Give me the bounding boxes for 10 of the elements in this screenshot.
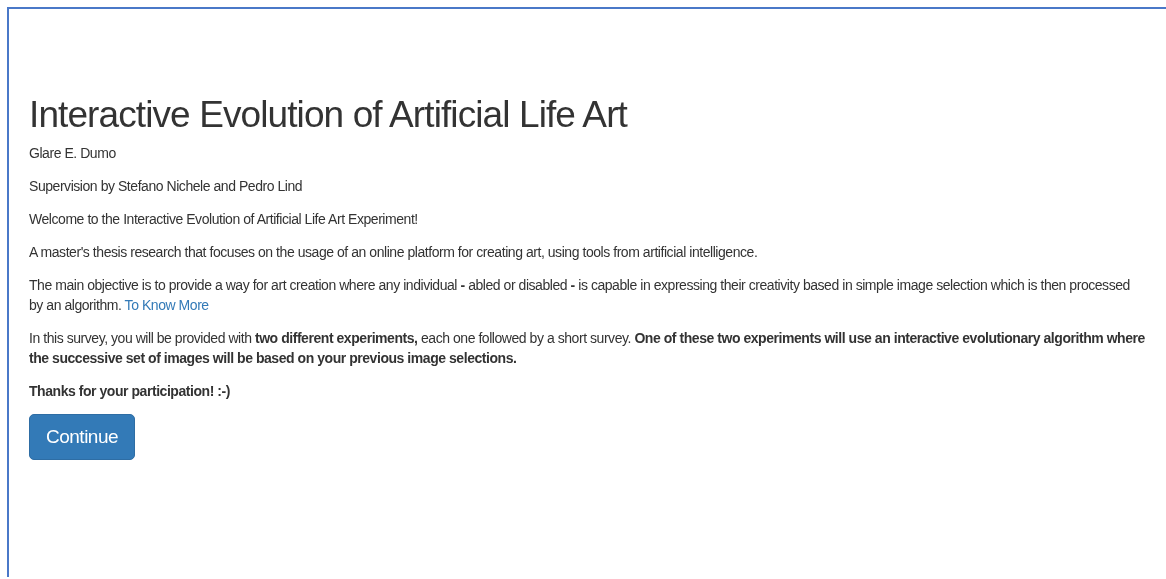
paragraph: The main objective is to provide a way for art creation where any individual - abled or disabled - is capable in expressing their creativity based in simple image selection which is then processed by an algorithm. To Know More bbox=[29, 276, 1131, 316]
paragraph: Welcome to the Interactive Evolution of Artificial Life Art Experiment! bbox=[29, 210, 419, 230]
continue-button[interactable]: Continue bbox=[29, 414, 136, 461]
paragraph: Supervision by Stefano Nichele and Pedro Lind bbox=[29, 177, 304, 197]
paragraph: A master's thesis research that focuses on the usage of an online platform for creating art, using tools from artificial intelligence. bbox=[29, 243, 759, 263]
know-more-link[interactable]: To Know More bbox=[124, 297, 209, 314]
paragraph: Glare E. Dumo bbox=[29, 144, 117, 164]
paragraph: Thanks for your participation! :-) bbox=[29, 382, 231, 402]
paragraph: In this survey, you will be provided with two different experiments, each one followed by a short survey. One of these two experiments will use an interactive evolutionary algorithm where the successive set of images will be based on your previous image selections. bbox=[29, 329, 1146, 369]
page-title: Interactive Evolution of Artificial Life Art bbox=[29, 93, 629, 137]
